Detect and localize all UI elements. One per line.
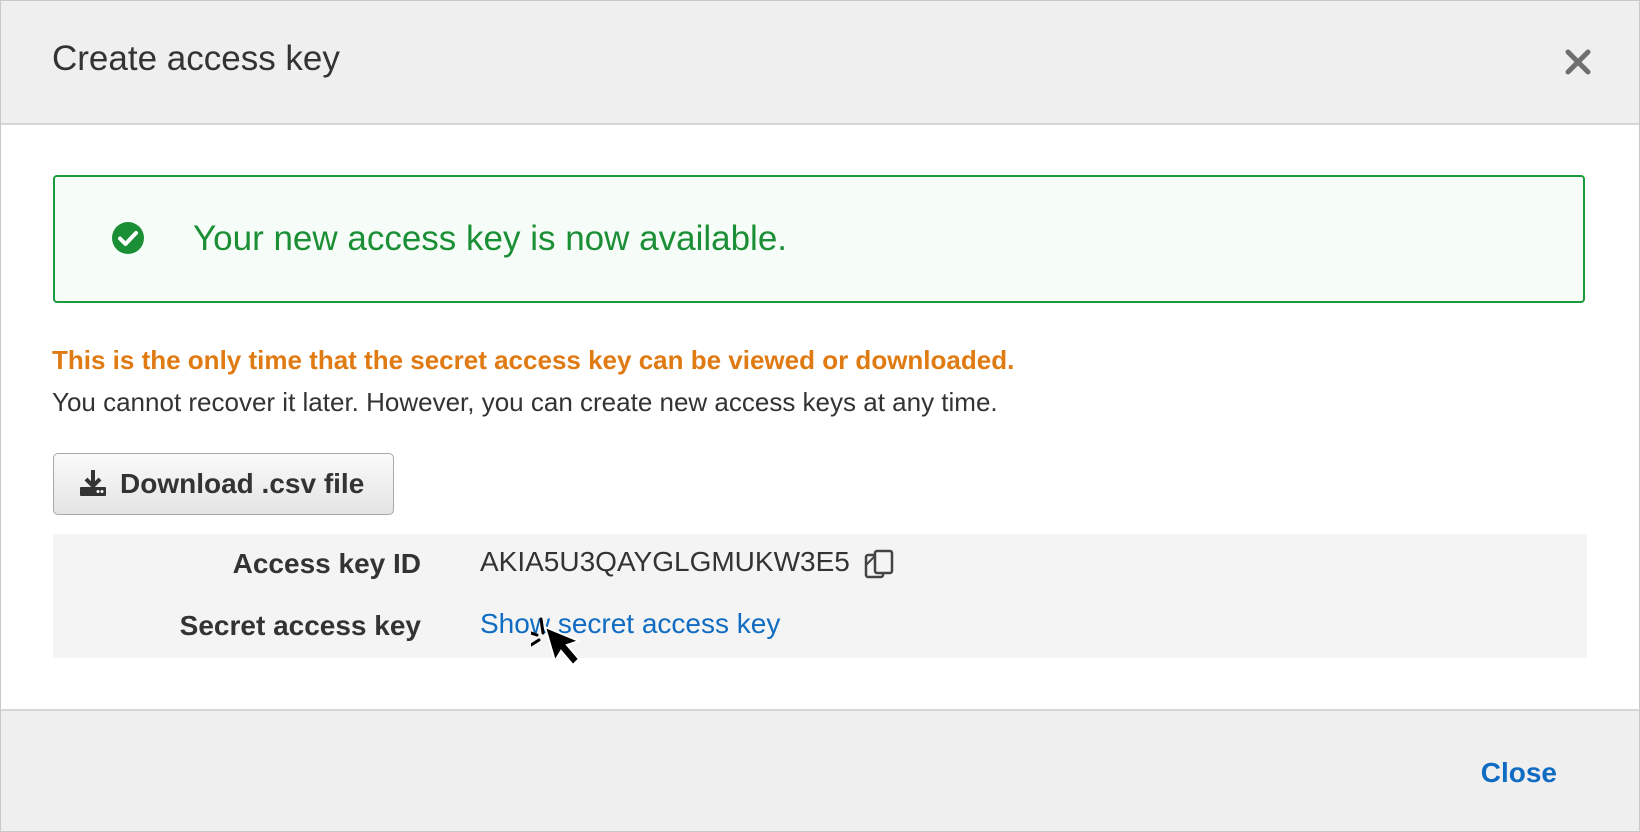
dialog-title: Create access key — [52, 39, 340, 78]
create-access-key-dialog: Create access key Your new access key is… — [0, 0, 1640, 832]
close-button[interactable]: Close — [1481, 757, 1557, 789]
dialog-header: Create access key — [1, 1, 1639, 125]
show-secret-key-link[interactable]: Show secret access key — [480, 608, 780, 640]
download-csv-label: Download .csv file — [120, 468, 365, 499]
success-alert: Your new access key is now available. — [53, 175, 1585, 303]
copy-icon[interactable] — [863, 548, 897, 582]
access-key-table: Access key ID AKIA5U3QAYGLGMUKW3E5 Secre… — [53, 534, 1587, 658]
warning-headline: This is the only time that the secret ac… — [52, 345, 1015, 375]
download-icon — [78, 468, 108, 498]
check-circle-icon — [111, 221, 145, 255]
success-message: Your new access key is now available. — [193, 219, 788, 258]
warning-detail: You cannot recover it later. However, yo… — [52, 387, 998, 417]
secret-access-key-label: Secret access key — [179, 610, 421, 641]
download-csv-button[interactable]: Download .csv file — [53, 453, 394, 515]
close-icon[interactable] — [1561, 45, 1595, 79]
access-key-id-value: AKIA5U3QAYGLGMUKW3E5 — [480, 546, 850, 577]
access-key-id-label: Access key ID — [232, 548, 421, 579]
dialog-footer: Close — [1, 709, 1639, 831]
